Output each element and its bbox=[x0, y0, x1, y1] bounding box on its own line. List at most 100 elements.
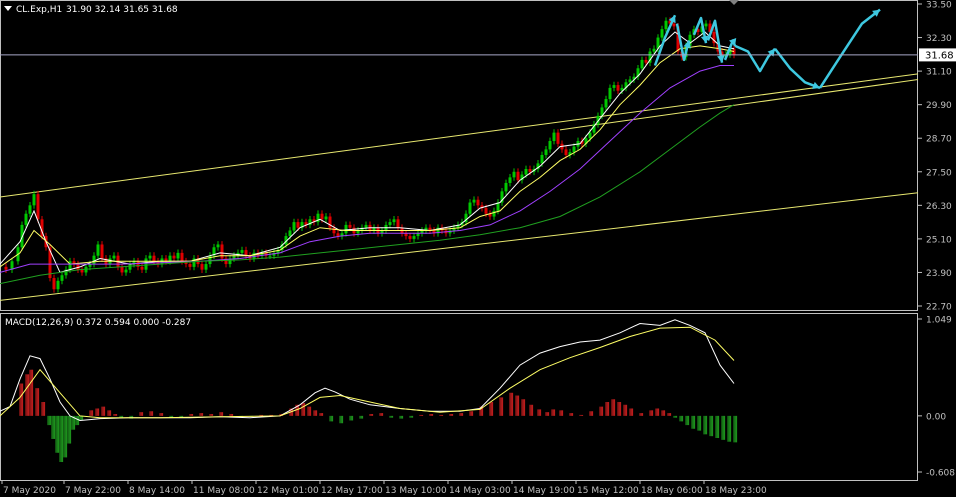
candle-body bbox=[508, 177, 512, 183]
candle-body bbox=[732, 48, 736, 55]
candle-body bbox=[412, 236, 416, 239]
candle-body bbox=[548, 141, 552, 150]
time-tick-label: 8 May 14:00 bbox=[129, 486, 185, 496]
time-tick-label: 7 May 2020 bbox=[3, 486, 56, 496]
candle-body bbox=[612, 85, 616, 88]
candle-body bbox=[332, 227, 336, 234]
candle-body bbox=[564, 149, 568, 155]
candle-body bbox=[96, 244, 100, 256]
candle-body bbox=[388, 222, 392, 225]
price-tick-label: 22.70 bbox=[926, 303, 952, 313]
candle-body bbox=[408, 236, 412, 239]
candle-body bbox=[180, 252, 184, 262]
price-tick-label: 31.10 bbox=[926, 68, 952, 78]
candle-body bbox=[216, 244, 220, 248]
chart-background bbox=[0, 0, 956, 497]
candle-body bbox=[640, 59, 644, 69]
candle-body bbox=[220, 244, 224, 259]
candle-body bbox=[172, 255, 176, 259]
trading-chart[interactable]: 33.50 32.30 31.10 29.90 28.70 27.50 26.30 25.10… bbox=[0, 0, 956, 497]
candle-body bbox=[344, 224, 348, 234]
candle-body bbox=[396, 219, 400, 228]
time-tick-label: 18 May 23:00 bbox=[705, 486, 767, 496]
candle-body bbox=[36, 194, 40, 220]
candle-body bbox=[124, 269, 128, 273]
time-tick-label: 14 May 03:00 bbox=[449, 486, 511, 496]
ohlc-values: 31.90 32.14 31.65 31.68 bbox=[66, 5, 178, 15]
candle-body bbox=[144, 258, 148, 270]
candle-body bbox=[168, 255, 172, 262]
price-tick-label: 32.30 bbox=[926, 34, 952, 44]
macd-tick-label: 0.00 bbox=[926, 412, 946, 422]
candle-body bbox=[484, 208, 488, 214]
time-tick-label: 12 May 17:00 bbox=[321, 486, 383, 496]
candle-body bbox=[288, 230, 292, 237]
candle-body bbox=[604, 99, 608, 108]
candle-body bbox=[652, 48, 656, 52]
candle-body bbox=[120, 266, 124, 273]
price-tick-label: 33.50 bbox=[926, 1, 952, 11]
candle-body bbox=[336, 233, 340, 237]
candle-body bbox=[552, 132, 556, 142]
price-tick-label: 28.70 bbox=[926, 135, 952, 145]
candle-body bbox=[608, 87, 612, 100]
candle-body bbox=[704, 23, 708, 27]
candle-body bbox=[100, 244, 104, 259]
candle-body bbox=[92, 255, 96, 265]
price-tick-label: 25.10 bbox=[926, 235, 952, 245]
candle-body bbox=[512, 171, 516, 178]
candle-body bbox=[200, 264, 204, 270]
candle-body bbox=[664, 20, 668, 30]
current-price-label: 31.68 bbox=[925, 50, 954, 61]
candle-body bbox=[556, 132, 560, 144]
candle-body bbox=[296, 222, 300, 228]
candle-body bbox=[140, 266, 144, 270]
candle-body bbox=[252, 252, 256, 259]
candle-body bbox=[392, 219, 396, 223]
candle-body bbox=[492, 210, 496, 217]
candle-body bbox=[348, 224, 352, 228]
candle-body bbox=[80, 269, 84, 273]
candle-body bbox=[32, 194, 36, 206]
candle-body bbox=[524, 168, 528, 175]
time-tick-label: 15 May 12:00 bbox=[577, 486, 639, 496]
candle-body bbox=[588, 132, 592, 139]
price-tick-label: 29.90 bbox=[926, 101, 952, 111]
time-tick-label: 14 May 19:00 bbox=[513, 486, 575, 496]
candle-body bbox=[476, 199, 480, 206]
candle-body bbox=[176, 252, 180, 259]
candle-body bbox=[660, 29, 664, 38]
candle-body bbox=[516, 171, 520, 181]
candle-body bbox=[320, 213, 324, 220]
time-tick-label: 7 May 22:00 bbox=[65, 486, 121, 496]
candle-body bbox=[540, 155, 544, 164]
candle-body bbox=[4, 266, 8, 270]
candle-body bbox=[52, 278, 56, 290]
price-tick-label: 26.30 bbox=[926, 202, 952, 212]
candle-body bbox=[572, 146, 576, 153]
candle-body bbox=[152, 255, 156, 262]
candle-body bbox=[148, 255, 152, 259]
time-tick-label: 18 May 06:00 bbox=[641, 486, 703, 496]
candle-body bbox=[472, 199, 476, 203]
candle-body bbox=[616, 85, 620, 91]
candle-body bbox=[240, 250, 244, 253]
candle-body bbox=[60, 275, 64, 281]
candle-body bbox=[528, 168, 532, 172]
time-tick-label: 13 May 10:00 bbox=[385, 486, 447, 496]
macd-label: MACD(12,26,9) 0.372 0.594 0.000 -0.287 bbox=[5, 318, 191, 328]
symbol-timeframe: CL.Exp,H1 bbox=[16, 5, 62, 15]
time-tick-label: 11 May 08:00 bbox=[193, 486, 255, 496]
candle-body bbox=[544, 149, 548, 155]
candle-body bbox=[188, 264, 192, 267]
candle-body bbox=[204, 264, 208, 270]
candle-body bbox=[292, 222, 296, 231]
macd-tick-label: -0.608 bbox=[926, 469, 955, 479]
candle-body bbox=[28, 205, 32, 214]
price-tick-label: 23.90 bbox=[926, 269, 952, 279]
candle-body bbox=[128, 264, 132, 270]
candle-body bbox=[24, 213, 28, 225]
candle-body bbox=[628, 79, 632, 83]
candle-body bbox=[112, 255, 116, 259]
time-tick-label: 12 May 01:00 bbox=[257, 486, 319, 496]
